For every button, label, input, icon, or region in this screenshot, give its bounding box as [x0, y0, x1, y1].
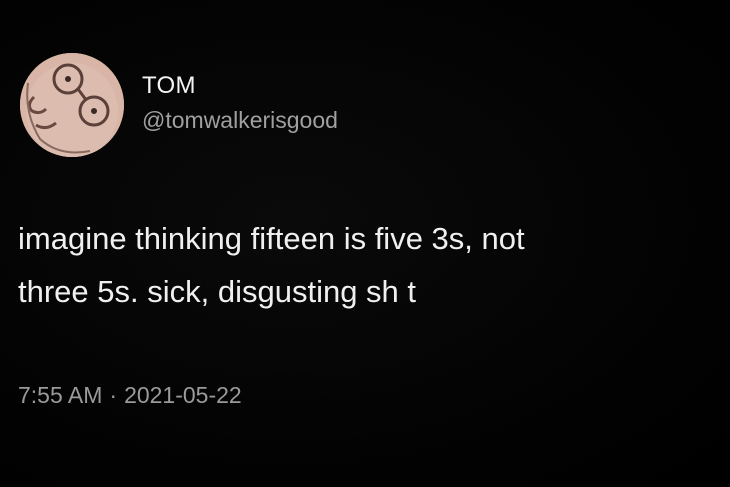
tweet-card: TOM @tomwalkerisgood imagine thinking fi…: [0, 0, 730, 487]
tweet-text: imagine thinking fifteen is five 3s, not…: [18, 212, 728, 318]
tweet-date: 2021-05-22: [124, 382, 242, 408]
tweet-text-line: imagine thinking fifteen is five 3s, not: [18, 221, 525, 256]
meta-separator: ·: [109, 382, 118, 408]
tweet-text-line: three 5s. sick, disgusting sh t: [18, 274, 417, 309]
tweet-time: 7:55 AM: [18, 382, 103, 408]
user-handle[interactable]: @tomwalkerisgood: [142, 107, 338, 134]
display-name[interactable]: TOM: [142, 72, 196, 100]
avatar[interactable]: [20, 53, 124, 157]
tweet-timestamp[interactable]: 7:55 AM · 2021-05-22: [18, 382, 242, 409]
cartoon-face-with-glasses-icon: [20, 53, 124, 157]
